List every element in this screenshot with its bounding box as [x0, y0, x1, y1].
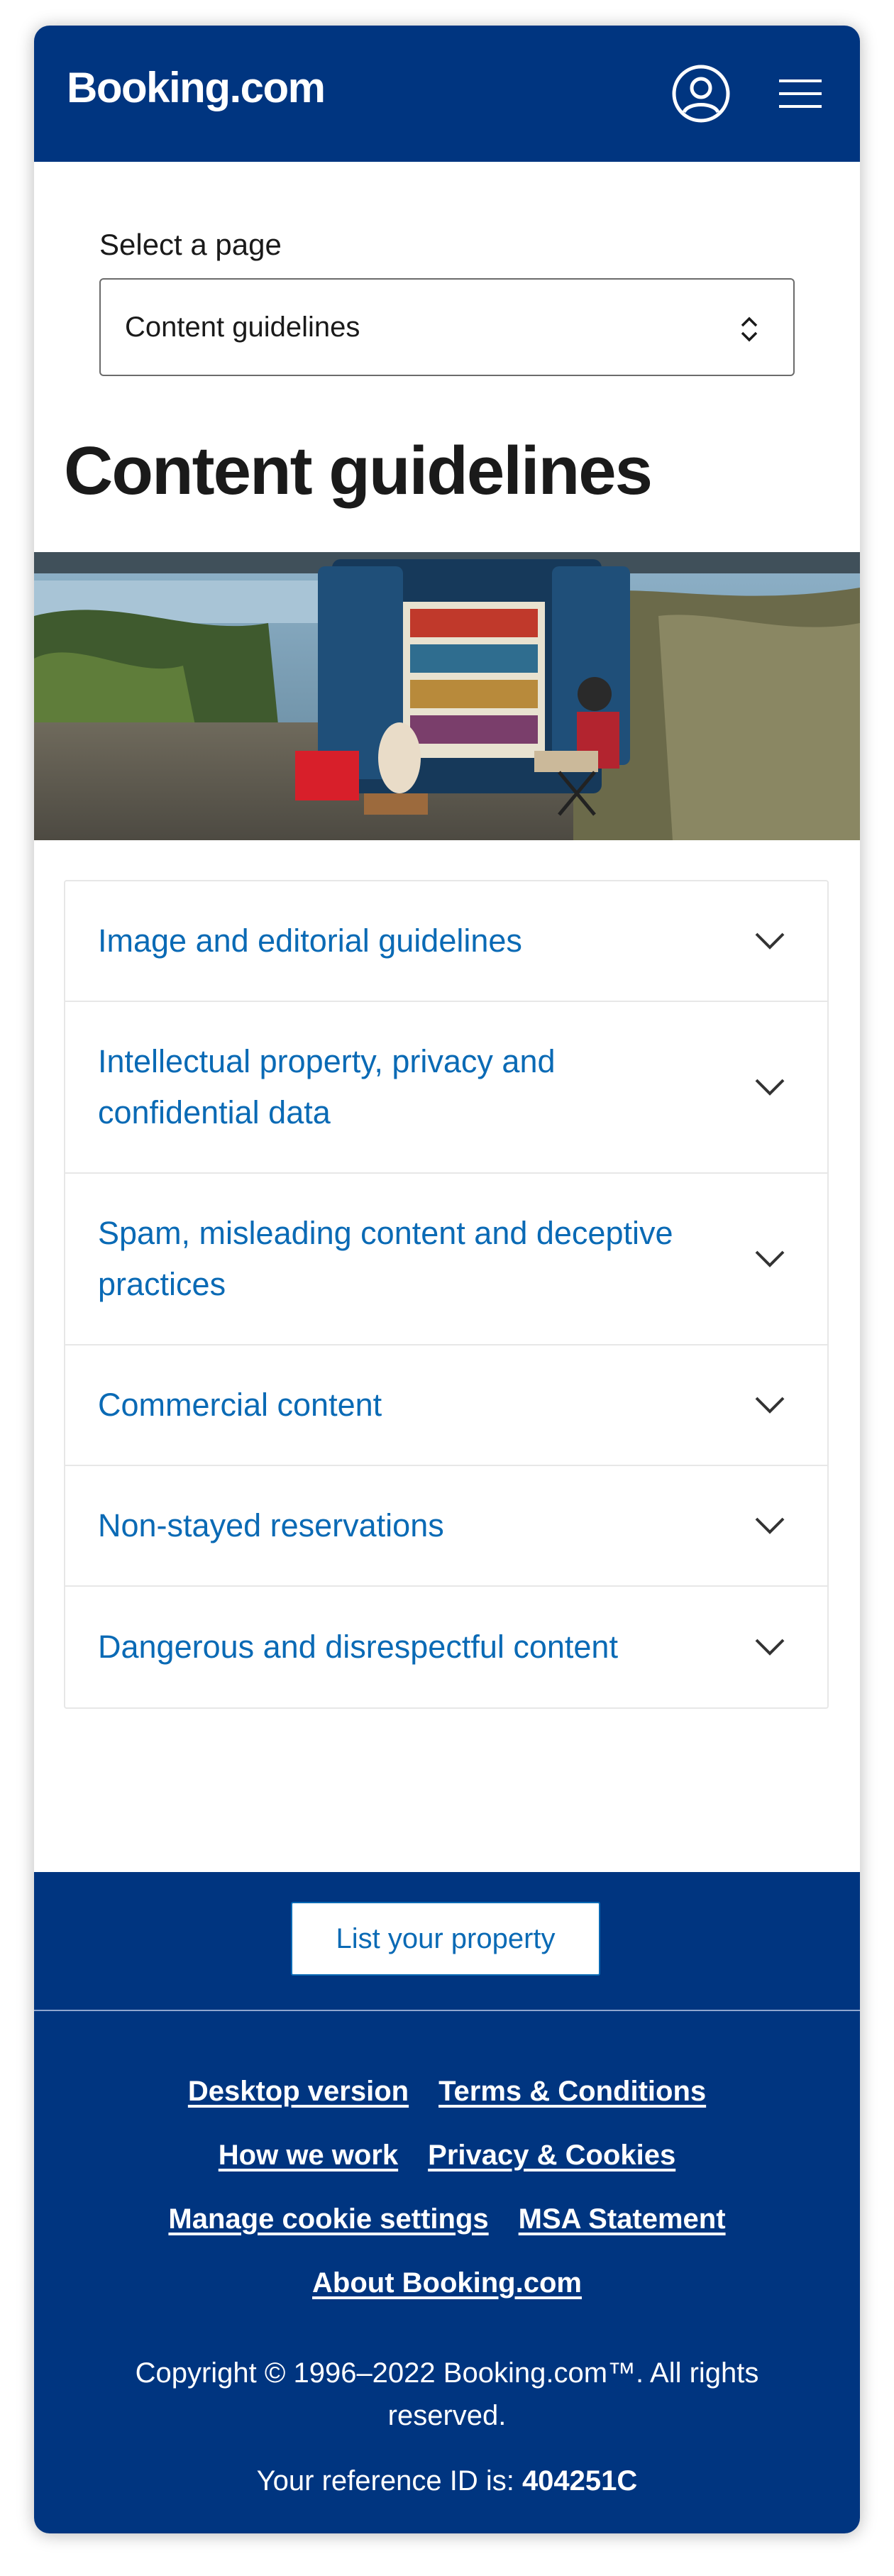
reference-id: Your reference ID is: 404251C	[34, 2467, 860, 2495]
accordion-item[interactable]: Non-stayed reservations	[65, 1466, 827, 1587]
app-frame: Booking.com Select a page Content guidel…	[34, 26, 860, 2533]
reference-id-prefix: Your reference ID is:	[256, 2465, 522, 2497]
hero-photo-icon	[34, 552, 860, 840]
copyright-text: Copyright © 1996–2022 Booking.com™. All …	[135, 2357, 759, 2431]
footer-links: Desktop version Terms & Conditions How w…	[34, 2059, 860, 2315]
page-select[interactable]: Content guidelines	[99, 278, 795, 376]
accordion-item-label: Spam, misleading content and deceptive p…	[98, 1215, 673, 1302]
chevron-down-icon	[755, 1250, 785, 1267]
footer-link-row: Desktop version Terms & Conditions	[34, 2059, 860, 2123]
hamburger-menu-icon[interactable]	[772, 65, 829, 122]
accordion-item-label: Commercial content	[98, 1387, 382, 1423]
chevron-down-icon	[755, 1517, 785, 1534]
privacy-cookies-link[interactable]: Privacy & Cookies	[428, 2140, 675, 2172]
account-icon[interactable]	[670, 62, 732, 125]
accordion-item-label: Dangerous and disrespectful content	[98, 1629, 618, 1665]
select-page-label: Select a page	[99, 228, 282, 261]
footer-link-row: How we work Privacy & Cookies	[34, 2123, 860, 2187]
accordion-item[interactable]: Commercial content	[65, 1345, 827, 1466]
accordion-item[interactable]: Image and editorial guidelines	[65, 881, 827, 1002]
hero-image	[34, 552, 860, 840]
accordion-item[interactable]: Intellectual property, privacy and confi…	[65, 1002, 827, 1174]
booking-logo[interactable]: Booking.com	[67, 67, 326, 109]
manage-cookie-settings-link[interactable]: Manage cookie settings	[168, 2203, 488, 2235]
chevron-down-icon	[755, 1639, 785, 1656]
terms-conditions-link[interactable]: Terms & Conditions	[438, 2076, 706, 2108]
footer: List your property Desktop version Terms…	[34, 1872, 860, 2533]
accordion-item[interactable]: Spam, misleading content and deceptive p…	[65, 1174, 827, 1345]
chevron-down-icon	[755, 932, 785, 950]
chevron-down-icon	[755, 1397, 785, 1414]
top-header: Booking.com	[34, 26, 860, 162]
list-your-property-button[interactable]: List your property	[291, 1902, 600, 1976]
accordion-item-label: Image and editorial guidelines	[98, 923, 522, 959]
desktop-version-link[interactable]: Desktop version	[188, 2076, 409, 2108]
msa-statement-link[interactable]: MSA Statement	[519, 2203, 726, 2235]
accordion-item[interactable]: Dangerous and disrespectful content	[65, 1587, 827, 1707]
guidelines-accordion: Image and editorial guidelines Intellect…	[64, 880, 829, 1709]
accordion-item-label: Non-stayed reservations	[98, 1507, 444, 1543]
how-we-work-link[interactable]: How we work	[219, 2140, 398, 2172]
footer-divider	[34, 2010, 860, 2011]
page-select-value: Content guidelines	[125, 311, 360, 343]
page-title: Content guidelines	[64, 433, 653, 509]
accordion-item-label: Intellectual property, privacy and confi…	[98, 1043, 556, 1130]
about-booking-link[interactable]: About Booking.com	[312, 2267, 582, 2299]
chevron-down-icon	[755, 1079, 785, 1096]
chevron-up-down-icon	[741, 317, 758, 342]
reference-id-value: 404251C	[522, 2465, 638, 2497]
footer-link-row: About Booking.com	[34, 2251, 860, 2315]
footer-link-row: Manage cookie settings MSA Statement	[34, 2187, 860, 2251]
